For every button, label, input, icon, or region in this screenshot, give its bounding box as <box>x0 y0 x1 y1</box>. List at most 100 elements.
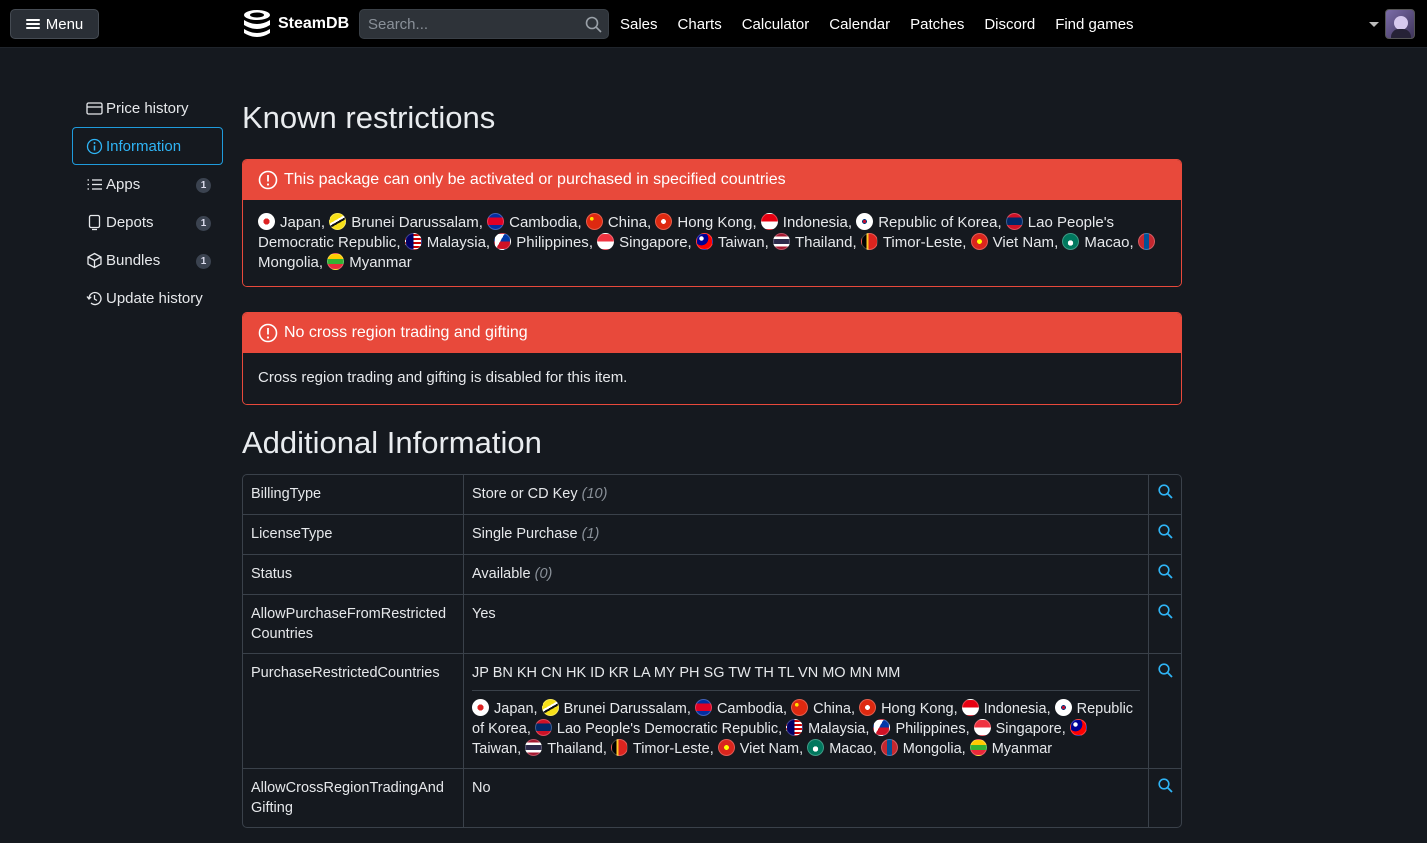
search-input[interactable] <box>360 10 608 38</box>
country-name: Brunei Darussalam <box>563 701 687 717</box>
flag-icon <box>1005 213 1023 230</box>
country-name: Lao People's Democratic Republic <box>556 721 779 737</box>
search-icon[interactable] <box>1157 663 1173 678</box>
search-icon[interactable] <box>1157 564 1173 579</box>
row-value: Yes <box>472 606 496 622</box>
row-value-id: (1) <box>581 526 600 542</box>
table-row: AllowCrossRegionTradingAndGifting No <box>243 769 1181 827</box>
flag-icon <box>525 739 543 756</box>
flag-icon <box>1069 719 1087 736</box>
country-name: Hong Kong <box>881 701 954 717</box>
nav-link-patches[interactable]: Patches <box>910 16 964 33</box>
alert-header: No cross region trading and gifting <box>243 313 1181 353</box>
row-key: AllowCrossRegionTradingAndGifting <box>243 769 464 827</box>
table-row: Status Available (0) <box>243 555 1181 595</box>
country-item: Philippines <box>494 233 589 251</box>
alert-title: No cross region trading and gifting <box>284 324 528 341</box>
country-item: Macao <box>807 739 873 757</box>
user-menu[interactable] <box>1369 8 1415 40</box>
country-item: Viet Nam <box>717 739 800 757</box>
search-icon[interactable] <box>1157 524 1173 539</box>
flag-icon <box>541 699 559 716</box>
country-item: Mongolia <box>880 739 962 757</box>
flag-icon <box>856 213 874 230</box>
flag-icon <box>494 233 512 250</box>
logo-text: SteamDB <box>278 15 350 32</box>
country-item: Japan <box>258 213 321 231</box>
nav-link-calendar[interactable]: Calendar <box>829 16 890 33</box>
nav-link-calculator[interactable]: Calculator <box>742 16 810 33</box>
sidebar-item-apps[interactable]: Apps 1 <box>72 165 223 203</box>
main-nav: Sales Charts Calculator Calendar Patches… <box>620 0 1154 48</box>
country-item: Timor-Leste <box>860 233 963 251</box>
row-search-cell <box>1149 515 1181 555</box>
country-name: China <box>813 701 851 717</box>
sidebar-item-information[interactable]: Information <box>72 127 223 165</box>
flag-icon <box>534 719 552 736</box>
flag-icon <box>1062 233 1080 250</box>
nav-link-charts[interactable]: Charts <box>678 16 722 33</box>
row-value-id: (0) <box>534 566 553 582</box>
country-name: Viet Nam <box>739 741 800 757</box>
flag-icon <box>772 233 790 250</box>
row-value-cell: No <box>464 769 1149 827</box>
country-item: China <box>791 699 851 717</box>
sidebar-item-price-history[interactable]: Price history <box>72 89 223 127</box>
history-icon <box>86 291 102 305</box>
alert-header: This package can only be activated or pu… <box>243 160 1181 200</box>
sidebar-item-bundles[interactable]: Bundles 1 <box>72 241 223 279</box>
flag-icon <box>873 719 891 736</box>
sidebar-item-label: Bundles <box>106 251 161 269</box>
table-row: BillingType Store or CD Key (10) <box>243 475 1181 515</box>
row-value-cell: Single Purchase (1) <box>464 515 1149 555</box>
warning-icon <box>258 170 278 190</box>
steamdb-logo[interactable]: SteamDB <box>241 8 349 40</box>
nav-link-sales[interactable]: Sales <box>620 16 658 33</box>
flag-icon <box>329 213 347 230</box>
row-search-cell <box>1149 769 1181 827</box>
row-value: Available <box>472 566 531 582</box>
country-item: Lao People's Democratic Republic <box>534 719 779 737</box>
search-icon[interactable] <box>585 16 602 33</box>
row-search-cell <box>1149 555 1181 595</box>
search-icon[interactable] <box>1157 778 1173 793</box>
sidebar-item-label: Price history <box>106 99 189 117</box>
country-name: Japan <box>494 701 534 717</box>
row-key: BillingType <box>243 475 464 515</box>
menu-button[interactable]: Menu <box>10 9 99 39</box>
search-icon[interactable] <box>1157 604 1173 619</box>
row-search-cell <box>1149 475 1181 515</box>
search-box[interactable] <box>359 9 609 39</box>
steamdb-logo-icon <box>244 10 270 37</box>
flag-icon <box>880 739 898 756</box>
warning-icon <box>258 323 278 343</box>
country-list: Japan, Brunei Darussalam, Cambodia, Chin… <box>243 200 1181 286</box>
avatar[interactable] <box>1385 9 1415 39</box>
nav-link-find-games[interactable]: Find games <box>1055 16 1133 33</box>
country-item: Brunei Darussalam <box>541 699 687 717</box>
sidebar-item-label: Information <box>106 137 182 155</box>
country-item: Cambodia <box>487 213 578 231</box>
country-name: Macao <box>1084 234 1130 251</box>
list-icon <box>87 178 102 190</box>
country-name: China <box>607 214 648 231</box>
count-badge: 1 <box>196 216 211 231</box>
country-item: Malaysia <box>786 719 865 737</box>
country-name: Myanmar <box>349 254 412 271</box>
sidebar-item-update-history[interactable]: Update history <box>72 279 223 317</box>
country-name: Timor-Leste <box>882 234 963 251</box>
nav-link-discord[interactable]: Discord <box>984 16 1035 33</box>
row-search-cell <box>1149 595 1181 654</box>
depot-icon <box>88 214 101 230</box>
country-item: Myanmar <box>327 253 412 271</box>
country-name: Myanmar <box>991 741 1053 757</box>
country-item: Indonesia <box>760 213 848 231</box>
search-icon[interactable] <box>1157 484 1173 499</box>
restriction-alert-countries: This package can only be activated or pu… <box>242 159 1182 287</box>
caret-down-icon[interactable] <box>1369 21 1379 27</box>
country-name: Thailand <box>794 234 853 251</box>
flag-icon <box>1137 233 1155 250</box>
country-item: Timor-Leste <box>610 739 710 757</box>
row-value: Single Purchase <box>472 526 578 542</box>
sidebar-item-depots[interactable]: Depots 1 <box>72 203 223 241</box>
